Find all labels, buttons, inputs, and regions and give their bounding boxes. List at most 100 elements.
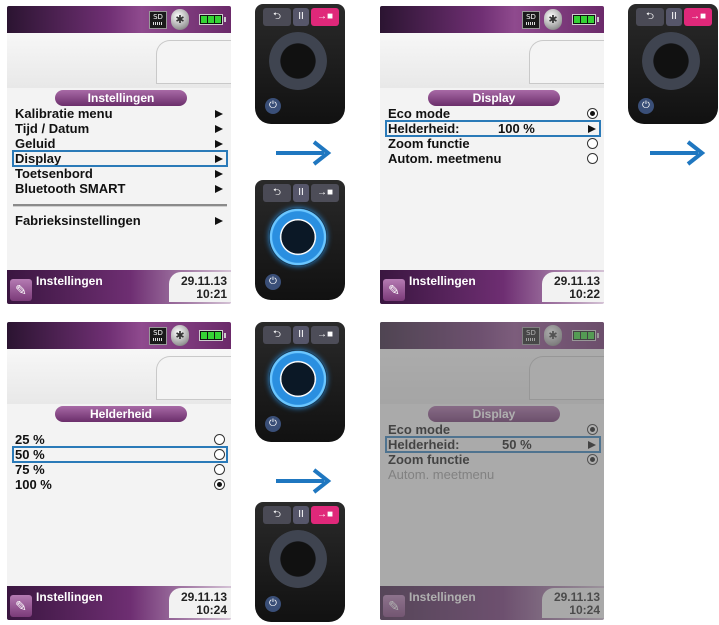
date-time: 29.11.13 10:24: [542, 588, 604, 618]
sd-card-icon: SD: [149, 327, 167, 345]
scroll-wheel[interactable]: [269, 350, 327, 408]
brightness-value: 100 %: [498, 121, 535, 136]
sd-card-icon: SD: [522, 11, 540, 29]
sd-label: SD: [153, 13, 163, 21]
wrench-icon: ✎: [10, 595, 32, 617]
radio-unchecked-icon[interactable]: [214, 434, 225, 445]
option-50[interactable]: 50 %: [12, 446, 228, 463]
menu-item-fabrieksinstellingen[interactable]: Fabrieksinstellingen: [13, 213, 227, 228]
radio-checked-icon[interactable]: [587, 108, 598, 119]
power-icon[interactable]: ⏻: [638, 98, 654, 114]
arrow-right-icon: [215, 185, 223, 193]
radio-unchecked-icon[interactable]: [587, 138, 598, 149]
enter-key[interactable]: →■: [311, 506, 339, 524]
radio-checked-icon[interactable]: [587, 424, 598, 435]
power-icon[interactable]: ⏻: [265, 416, 281, 432]
enter-key[interactable]: →■: [311, 184, 339, 202]
enter-key[interactable]: →■: [311, 8, 339, 26]
bluetooth-icon: ✱: [544, 9, 562, 30]
battery-icon: [572, 14, 599, 25]
enter-key[interactable]: →■: [684, 8, 712, 26]
menu-item-label: Helderheid:: [388, 121, 460, 136]
header-graphic-box: [529, 40, 604, 84]
menu-item-bluetooth[interactable]: Bluetooth SMART: [13, 181, 227, 196]
radio-unchecked-icon[interactable]: [214, 464, 225, 475]
arrow-right-icon: [215, 217, 223, 225]
pause-key[interactable]: II: [293, 8, 309, 26]
brightness-menu: 25 % 50 % 75 % 100 %: [12, 432, 228, 492]
option-75[interactable]: 75 %: [13, 462, 227, 477]
menu-item-label: Zoom functie: [388, 452, 470, 467]
option-25[interactable]: 25 %: [13, 432, 227, 447]
wrench-icon: ✎: [383, 595, 405, 617]
power-icon[interactable]: ⏻: [265, 596, 281, 612]
pause-key[interactable]: II: [293, 184, 309, 202]
arrow-right-icon: [276, 468, 332, 494]
date-time: 29.11.13 10:21: [169, 272, 231, 302]
menu-item-label: Kalibratie menu: [15, 106, 113, 121]
menu-item-helderheid[interactable]: Helderheid: 50 %: [385, 436, 601, 453]
sd-label: SD: [153, 329, 163, 337]
menu-item-eco-mode[interactable]: Eco mode: [386, 422, 600, 437]
pause-key[interactable]: II: [293, 326, 309, 344]
menu-item-display[interactable]: Display: [12, 150, 228, 167]
power-icon[interactable]: ⏻: [265, 98, 281, 114]
scroll-wheel[interactable]: [269, 32, 327, 90]
battery-icon: [199, 14, 226, 25]
radio-checked-icon[interactable]: [587, 454, 598, 465]
menu-item-label: Fabrieksinstellingen: [15, 213, 141, 228]
bluetooth-icon: ✱: [544, 325, 562, 346]
arrow-right-icon: [215, 155, 223, 163]
menu-item-geluid[interactable]: Geluid: [13, 136, 227, 151]
top-status-bar: [380, 6, 604, 33]
menu-item-label: Tijd / Datum: [15, 121, 90, 136]
radio-unchecked-icon[interactable]: [587, 153, 598, 164]
brightness-value: 50 %: [502, 437, 532, 452]
back-key[interactable]: ⮌: [263, 184, 291, 202]
radio-checked-icon[interactable]: [214, 479, 225, 490]
remote-enter-pressed: ⮌ II →■ ⏻: [255, 502, 345, 622]
sd-label: SD: [526, 329, 536, 337]
back-key[interactable]: ⮌: [263, 8, 291, 26]
menu-item-tijd-datum[interactable]: Tijd / Datum: [13, 121, 227, 136]
back-key[interactable]: ⮌: [263, 506, 291, 524]
pause-key[interactable]: II: [293, 506, 309, 524]
header-graphic-box: [156, 40, 231, 84]
wrench-icon: ✎: [10, 279, 32, 301]
sd-label: SD: [526, 13, 536, 21]
menu-item-autom-meetmenu[interactable]: Autom. meetmenu: [386, 151, 600, 166]
menu-item-label: Autom. meetmenu: [388, 467, 495, 482]
battery-icon: [199, 330, 226, 341]
menu-item-toetsenbord[interactable]: Toetsenbord: [13, 166, 227, 181]
scroll-wheel[interactable]: [269, 530, 327, 588]
menu-item-kalibratie[interactable]: Kalibratie menu: [13, 106, 227, 121]
bottom-status-bar: ✎ Instellingen 29.11.13 10:22: [380, 270, 604, 304]
remote-wheel-turned: ⮌ II →■ ⏻: [255, 180, 345, 300]
menu-title: Helderheid: [55, 406, 187, 422]
scroll-wheel[interactable]: [269, 208, 327, 266]
top-status-bar: [7, 322, 231, 349]
enter-key[interactable]: →■: [311, 326, 339, 344]
time-text: 10:22: [569, 287, 600, 301]
status-label: Instellingen: [409, 590, 476, 604]
pause-key[interactable]: II: [666, 8, 682, 26]
option-100[interactable]: 100 %: [13, 477, 227, 492]
header-graphic-box: [156, 356, 231, 400]
bottom-status-bar: ✎ Instellingen 29.11.13 10:24: [380, 586, 604, 620]
back-key[interactable]: ⮌: [636, 8, 664, 26]
scroll-wheel[interactable]: [642, 32, 700, 90]
menu-item-label: Bluetooth SMART: [15, 181, 126, 196]
screen-instellingen: SD ✱ Instellingen Kalibratie menu Tijd /…: [7, 6, 231, 304]
back-key[interactable]: ⮌: [263, 326, 291, 344]
power-icon[interactable]: ⏻: [265, 274, 281, 290]
menu-title: Display: [428, 406, 560, 422]
radio-unchecked-icon[interactable]: [214, 449, 225, 460]
menu-item-label: Zoom functie: [388, 136, 470, 151]
menu-item-helderheid[interactable]: Helderheid: 100 %: [385, 120, 601, 137]
menu-item-eco-mode[interactable]: Eco mode: [386, 106, 600, 121]
menu-item-zoom-functie[interactable]: Zoom functie: [386, 452, 600, 467]
screen-display: SD ✱ Display Eco mode Helderheid: 100 % Z…: [380, 6, 604, 304]
header-graphic-box: [529, 356, 604, 400]
menu-item-zoom-functie[interactable]: Zoom functie: [386, 136, 600, 151]
option-label: 25 %: [15, 432, 45, 447]
